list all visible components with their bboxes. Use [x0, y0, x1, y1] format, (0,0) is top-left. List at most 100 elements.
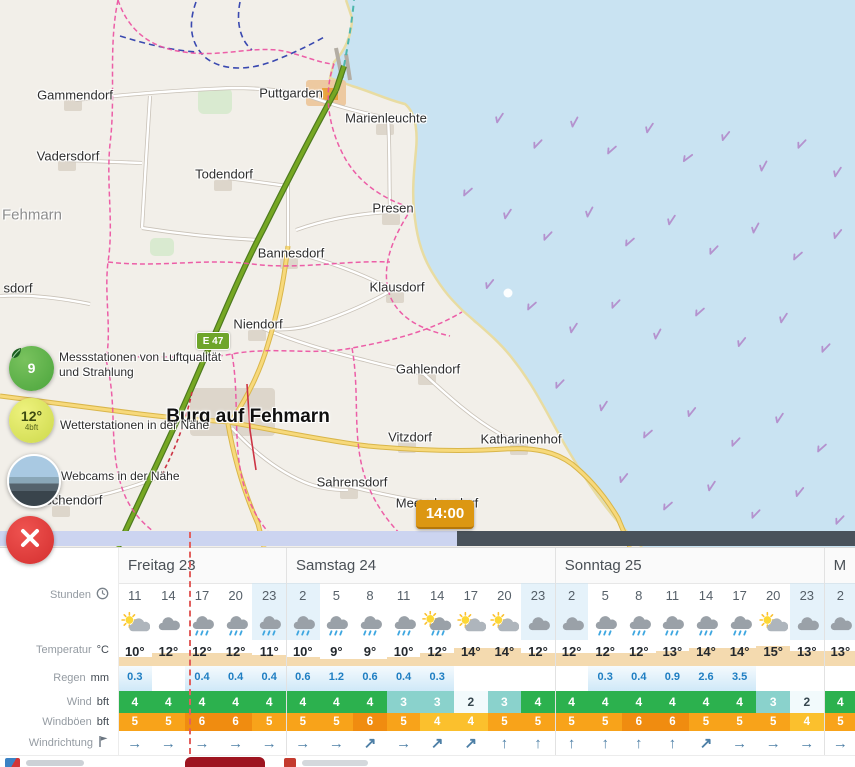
wind-value: 2 — [790, 691, 824, 713]
temperature-value: 14° — [454, 640, 488, 666]
day-header[interactable]: Freitag 23 — [118, 548, 286, 583]
forecast-column[interactable]: 11 10°0.345→ — [118, 583, 152, 755]
weather-app: GammendorfPuttgardenMarienleuchteVadersd… — [0, 0, 855, 767]
forecast-column[interactable]: 14 14°2.645↗ — [689, 583, 723, 755]
temperature-unit-toggle[interactable]: °C — [97, 644, 109, 656]
town-label: Presen — [372, 201, 413, 216]
close-button[interactable] — [6, 516, 54, 564]
town-label: Vadersdorf — [37, 149, 100, 164]
gust-value: 5 — [387, 713, 421, 731]
forecast-column[interactable]: 2312°45↑ — [521, 583, 555, 755]
temperature-value: 13° — [790, 640, 824, 666]
town-label: Gammendorf — [37, 88, 113, 103]
weather-icon-rain — [320, 608, 354, 640]
rain-value: 0.3 — [420, 666, 454, 691]
gust-value: 5 — [488, 713, 522, 731]
gust-value: 5 — [756, 713, 790, 731]
day-header[interactable]: M — [824, 548, 855, 583]
timeline-slider[interactable] — [0, 531, 855, 546]
weather-icon-rain — [689, 608, 723, 640]
forecast-column[interactable]: 20 14°35↑ — [488, 583, 522, 755]
temperature-value: 15° — [756, 640, 790, 666]
hour-label: 11 — [118, 583, 152, 608]
town-label: Sahrensdorf — [317, 475, 388, 490]
forecast-column[interactable]: 213°45→ — [824, 583, 855, 755]
rain-value — [790, 666, 824, 691]
forecast-column[interactable]: 23 11°0.445→ — [252, 583, 286, 755]
clock-icon[interactable] — [96, 587, 109, 603]
forecast-column[interactable]: 11 10°0.435→ — [387, 583, 421, 755]
weather-icon-rain — [353, 608, 387, 640]
forecast-column[interactable]: 14 12°0.334↗ — [420, 583, 454, 755]
day-header[interactable]: Samstag 24 — [286, 548, 555, 583]
forecast-column[interactable]: 2313°24→ — [790, 583, 824, 755]
wind-value: 4 — [320, 691, 354, 713]
gusts-unit-toggle[interactable]: bft — [97, 716, 109, 728]
row-label-hours: Stunden — [0, 587, 118, 603]
day-header-row: Freitag 23Samstag 24Sonntag 25M — [0, 548, 855, 584]
town-label: Todendorf — [195, 167, 253, 182]
forecast-column[interactable]: 17 12°0.446→ — [185, 583, 219, 755]
rain-value: 0.4 — [252, 666, 286, 691]
row-label-temperature: Temperatur °C — [0, 642, 118, 658]
town-label: Gahlendorf — [396, 362, 460, 377]
wind-direction-arrow: → — [185, 731, 219, 755]
forecast-column[interactable]: 8 12°0.446↑ — [622, 583, 656, 755]
region-label: Fehmarn — [2, 207, 62, 224]
bottom-nav-button[interactable] — [185, 757, 265, 767]
wind-value: 4 — [286, 691, 320, 713]
row-label-wind: Wind bft — [0, 694, 118, 710]
weather-icon-rain — [185, 608, 219, 640]
rain-value: 0.4 — [185, 666, 219, 691]
timeline-past-segment[interactable] — [0, 531, 457, 546]
wind-direction-arrow: → — [790, 731, 824, 755]
e47-road-badge: E 47 — [196, 332, 230, 350]
hour-label: 17 — [723, 583, 757, 608]
map[interactable]: GammendorfPuttgardenMarienleuchteVadersd… — [0, 0, 855, 547]
town-label: Marienleuchte — [345, 111, 427, 126]
wind-value: 2 — [454, 691, 488, 713]
timeline-future-segment[interactable] — [457, 531, 855, 546]
webcam-button[interactable] — [7, 454, 61, 508]
bottom-nav-text — [302, 760, 368, 766]
wind-value: 4 — [723, 691, 757, 713]
forecast-column[interactable]: 20 15°35→ — [756, 583, 790, 755]
forecast-column[interactable]: 8 9°0.646↗ — [353, 583, 387, 755]
wind-value: 4 — [656, 691, 690, 713]
weather-station-button[interactable]: 12° 4bft — [9, 398, 54, 443]
forecast-column[interactable]: 5 12°0.345↑ — [588, 583, 622, 755]
rain-value — [488, 666, 522, 691]
air-quality-button[interactable]: 9 — [9, 346, 54, 391]
bottom-nav-text — [26, 760, 84, 766]
hour-label: 11 — [387, 583, 421, 608]
town-label-partial: sdorf — [4, 281, 33, 296]
hour-label: 5 — [320, 583, 354, 608]
forecast-column[interactable]: 5 9°1.245→ — [320, 583, 354, 755]
temperature-value: 10° — [118, 640, 152, 666]
forecast-column[interactable]: 212°45↑ — [555, 583, 589, 755]
gust-value: 6 — [219, 713, 253, 731]
forecast-column[interactable]: 11 13°0.946↑ — [656, 583, 690, 755]
forecast-column[interactable]: 20 12°0.446→ — [219, 583, 253, 755]
hour-label: 2 — [824, 583, 855, 608]
bottom-nav-icon[interactable] — [284, 758, 296, 767]
forecast-column[interactable]: 17 14°3.545→ — [723, 583, 757, 755]
wind-unit-toggle[interactable]: bft — [97, 696, 109, 708]
flag-icon[interactable] — [98, 735, 109, 751]
gust-value: 5 — [152, 713, 186, 731]
temperature-value: 13° — [824, 640, 855, 666]
town-label: Bannesdorf — [258, 246, 325, 261]
day-header[interactable]: Sonntag 25 — [555, 548, 824, 583]
hour-label: 17 — [185, 583, 219, 608]
hour-label: 14 — [152, 583, 186, 608]
rain-value: 0.3 — [588, 666, 622, 691]
weather-icon-cloud — [824, 608, 855, 640]
time-indicator-badge[interactable]: 14:00 — [416, 500, 474, 529]
forecast-column[interactable]: 2 10°0.645→ — [286, 583, 320, 755]
forecast-column[interactable]: 17 14°24↗ — [454, 583, 488, 755]
forecast-panel: Freitag 23Samstag 24Sonntag 25M 11 10°0.… — [0, 547, 855, 756]
rain-unit-toggle[interactable]: mm — [91, 672, 109, 684]
forecast-column[interactable]: 1412°45→ — [152, 583, 186, 755]
rain-value: 0.4 — [387, 666, 421, 691]
weather-icon-cloud — [152, 608, 186, 640]
